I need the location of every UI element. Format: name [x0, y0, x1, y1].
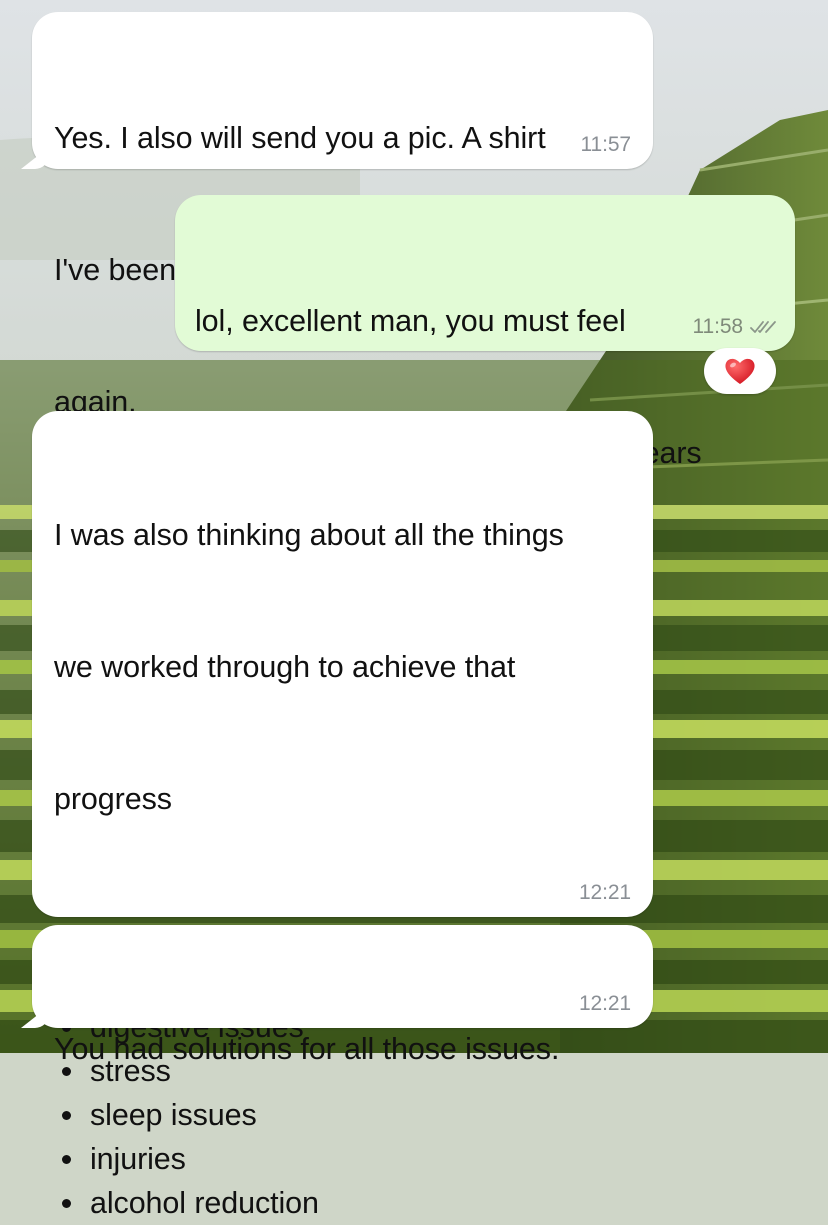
message-line: I was also thinking about all the things	[54, 518, 564, 552]
message-timestamp: 11:58	[692, 315, 744, 338]
message-meta: 11:58	[693, 315, 778, 339]
message-bubble-outgoing[interactable]: lol, excellent man, you must feel amazin…	[175, 195, 795, 602]
message-bubble-incoming[interactable]: I was also thinking about all the things…	[32, 411, 653, 1220]
message-meta: 12:21	[579, 881, 631, 905]
message-line: You had solutions for all those issues.	[54, 1032, 560, 1066]
message-line: lol, excellent man, you must feel	[195, 304, 626, 338]
list-item-text: alcohol reduction	[90, 1186, 319, 1220]
bullet-dot-icon	[62, 1199, 71, 1208]
message-line: progress	[54, 782, 172, 816]
message-meta: 11:57	[581, 133, 632, 157]
heart-icon	[725, 358, 755, 384]
message-meta: 12:21	[579, 992, 631, 1016]
chat-conversation: Yes. I also will send you a pic. A shirt…	[0, 0, 828, 1220]
message-line: we worked through to achieve that	[54, 650, 516, 684]
double-check-icon	[750, 321, 776, 333]
message-timestamp: 11:57	[580, 133, 632, 156]
message-bubble-incoming[interactable]: You had solutions for all those issues. …	[32, 925, 653, 1066]
list-item: alcohol reduction	[54, 1181, 631, 1225]
message-timestamp: 12:21	[578, 881, 631, 904]
message-line: Yes. I also will send you a pic. A shirt	[54, 121, 546, 155]
message-bubble-incoming[interactable]: Yes. I also will send you a pic. A shirt…	[32, 12, 653, 419]
message-text: I was also thinking about all the things…	[54, 425, 631, 909]
message-text: You had solutions for all those issues.	[54, 939, 631, 1159]
message-reaction[interactable]	[704, 348, 776, 394]
message-timestamp: 12:21	[578, 992, 631, 1015]
